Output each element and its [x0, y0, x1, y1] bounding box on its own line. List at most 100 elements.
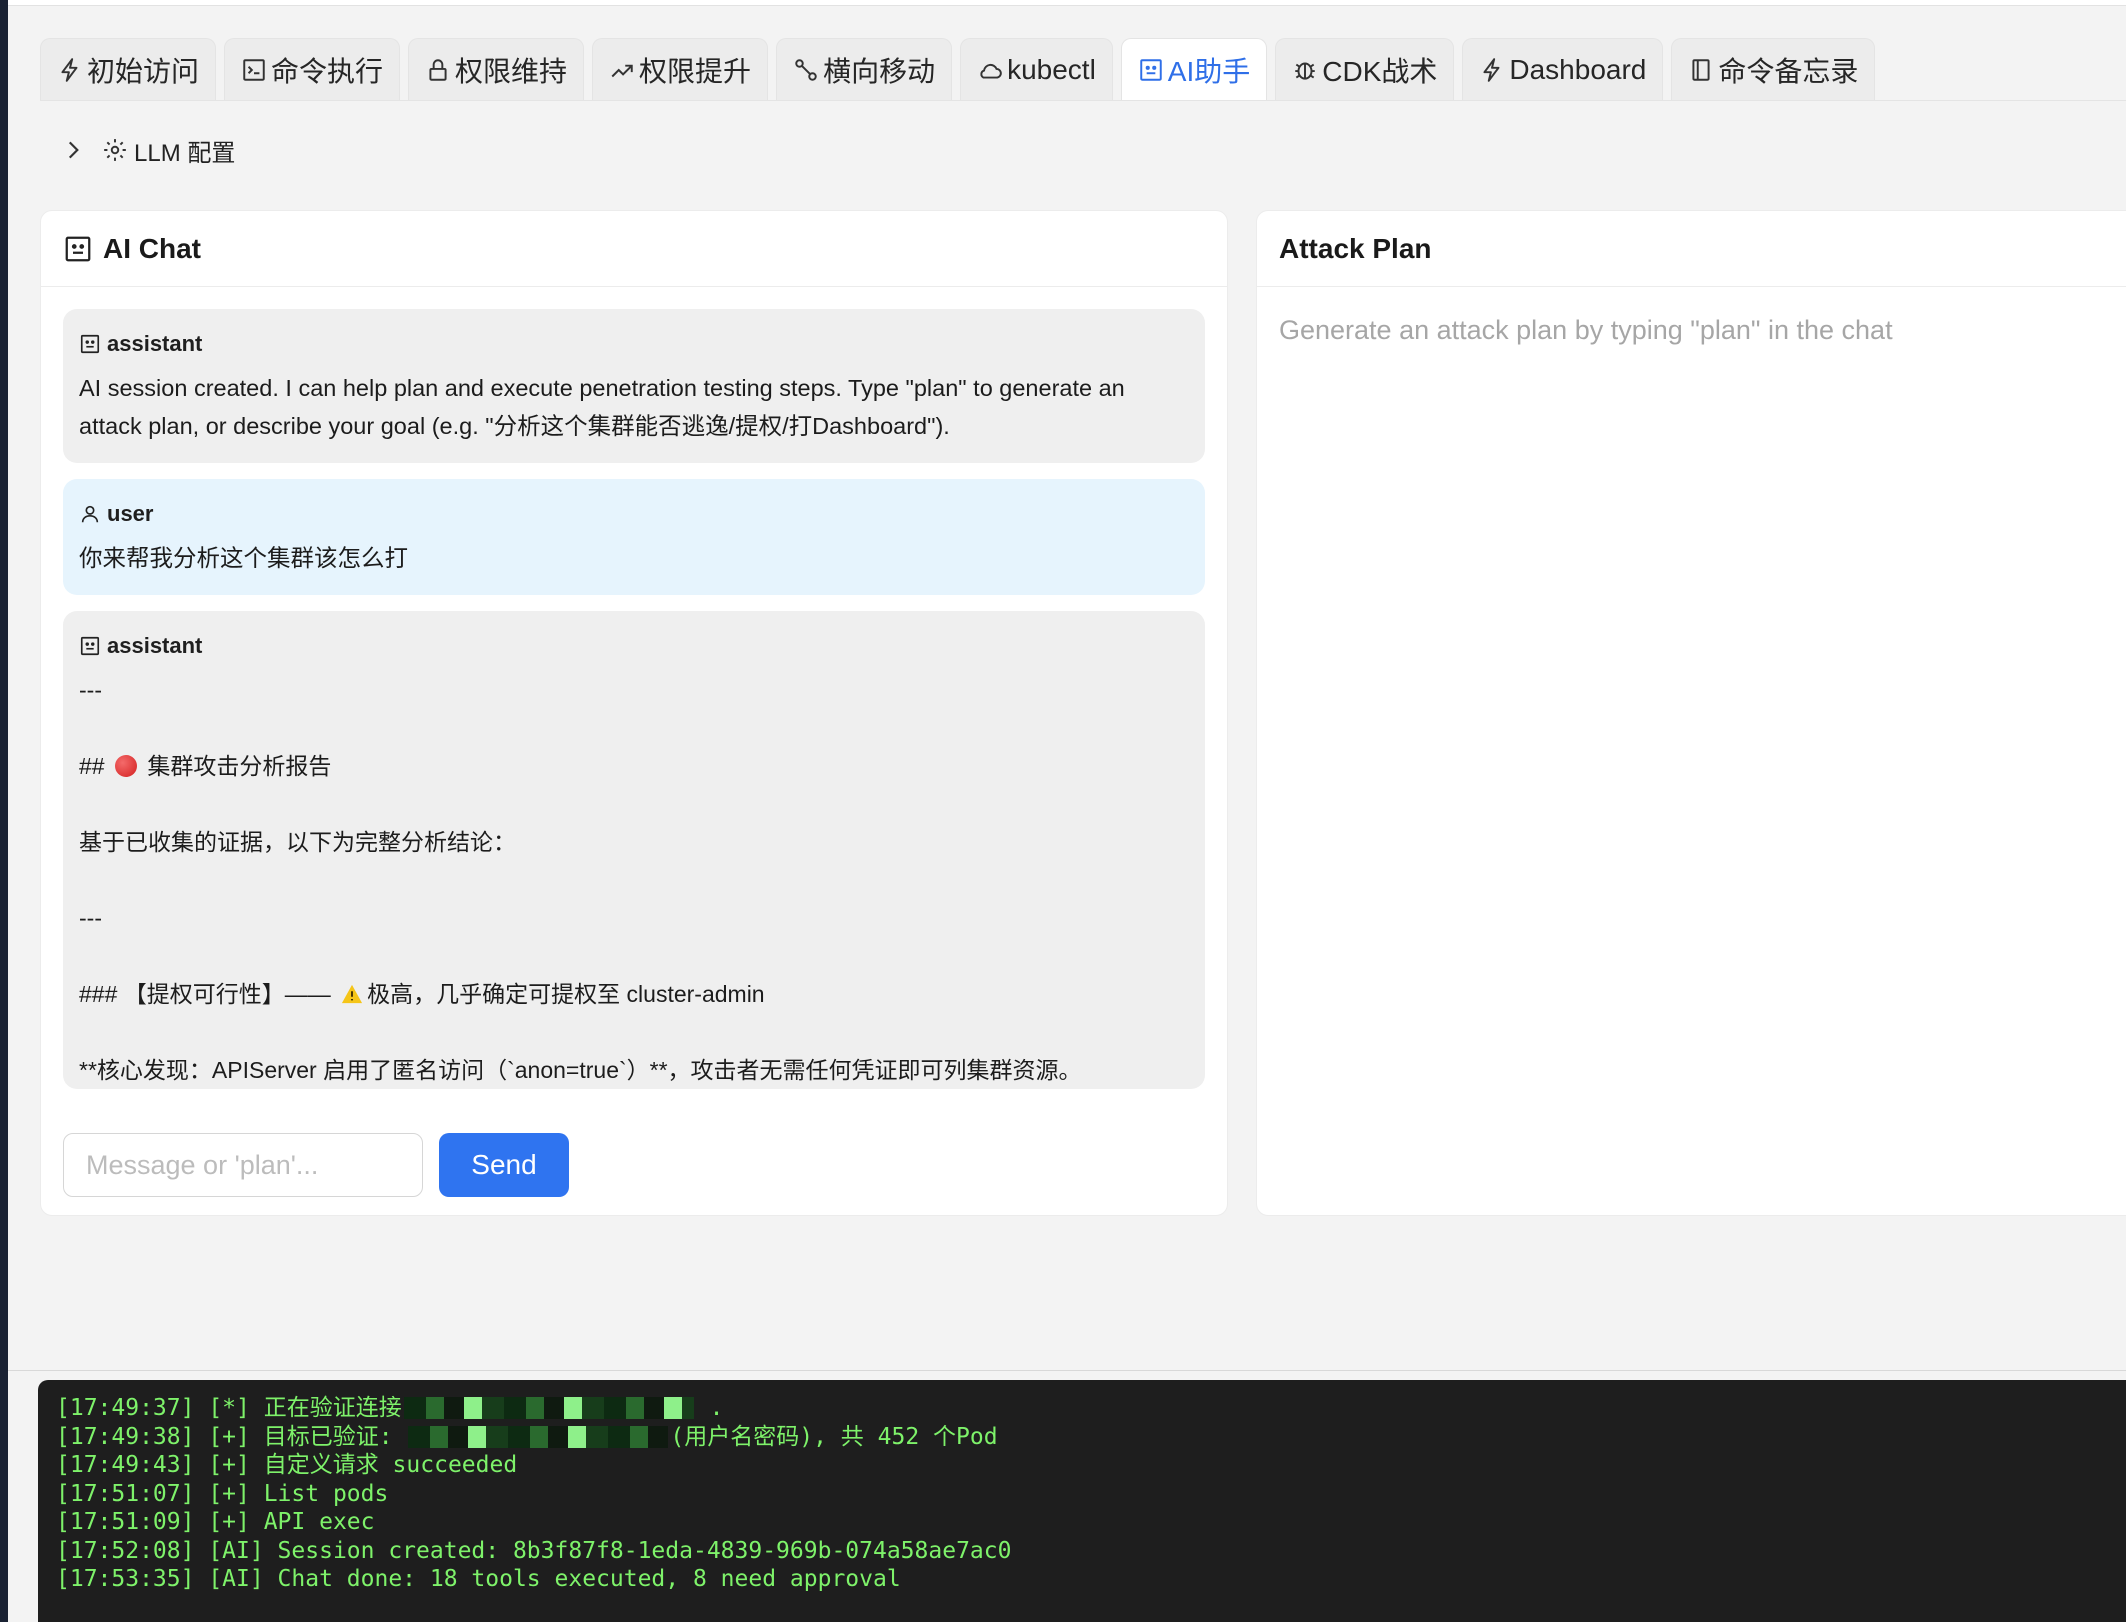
- user-message: user 你来帮我分析这个集群该怎么打: [63, 479, 1205, 595]
- bug-icon: [1295, 62, 1316, 80]
- message-list[interactable]: assistant AI session created. I can help…: [63, 309, 1205, 1109]
- message-text: 你来帮我分析这个集群该怎么打: [79, 545, 408, 571]
- plan-title: Attack Plan: [1279, 232, 1432, 264]
- role-label: assistant: [107, 331, 203, 356]
- tab-ai-assistant[interactable]: AI助手: [1120, 38, 1268, 100]
- message-subheading-line: ### 【提权可行性】—— 极高，几乎确定可提权至 cluster-admin: [79, 975, 1189, 1013]
- log-line: [17:52:08] [AI] Session created: 8b3f87f…: [56, 1537, 2120, 1566]
- role-label: assistant: [107, 633, 203, 658]
- trend-up-icon: [611, 64, 633, 77]
- message-line: [79, 861, 1189, 899]
- cloud-icon: [980, 63, 1002, 79]
- tabs-divider: [40, 100, 2126, 101]
- tab-label: 横向移动: [823, 55, 936, 87]
- log-text: .: [695, 1395, 724, 1421]
- message-line: [79, 1013, 1189, 1051]
- tab-command-memo[interactable]: 命令备忘录: [1671, 38, 1876, 100]
- book-icon: [1692, 58, 1710, 81]
- redacted-block: [408, 1425, 669, 1448]
- role-label: user: [107, 501, 154, 526]
- log-text: [17:49:43] [+] 自定义请求 succeeded: [56, 1452, 518, 1478]
- chat-header: AI Chat: [41, 211, 1227, 287]
- assistant-message: assistant --- ## 集群攻击分析报告 基于已收集的证据，以下为完整…: [63, 611, 1205, 1089]
- subheading-text: 极高，几乎确定可提权至 cluster-admin: [367, 981, 765, 1007]
- llm-config-toggle[interactable]: LLM 配置: [60, 130, 235, 170]
- chevron-right-icon: [68, 141, 79, 159]
- plan-empty-text: Generate an attack plan by typing "plan"…: [1279, 315, 1893, 345]
- message-role: assistant: [79, 633, 1189, 659]
- ai-chat-panel: AI Chat assistant AI session created. I …: [40, 210, 1228, 1216]
- lock-icon: [429, 58, 447, 81]
- assistant-message: assistant AI session created. I can help…: [63, 309, 1205, 463]
- log-text: [17:49:38] [+] 目标已验证:: [56, 1423, 407, 1450]
- message-role: assistant: [79, 331, 1189, 357]
- robot-icon: [80, 636, 100, 656]
- tab-initial-access[interactable]: 初始访问: [40, 38, 217, 100]
- message-line: [79, 785, 1189, 823]
- log-text: [17:49:37] [*] 正在验证连接: [56, 1395, 402, 1421]
- red-circle-icon: [114, 755, 137, 777]
- log-line: [17:51:07] [+] List pods: [56, 1480, 2120, 1509]
- log-console[interactable]: [17:49:37] [*] 正在验证连接 . [17:49:38] [+] 目…: [38, 1380, 2126, 1622]
- log-line: [17:49:43] [+] 自定义请求 succeeded: [56, 1451, 2120, 1480]
- tab-kubectl[interactable]: kubectl: [960, 38, 1113, 100]
- log-text: (用户名密码), 共 452 个Pod: [670, 1423, 998, 1450]
- robot-icon: [80, 334, 100, 354]
- top-edge: [8, 0, 2126, 6]
- send-button[interactable]: Send: [439, 1133, 569, 1197]
- attack-plan-panel: Attack Plan Generate an attack plan by t…: [1256, 210, 2126, 1216]
- log-text: [17:51:07] [+] List pods: [56, 1480, 389, 1507]
- message-line: ---: [79, 677, 102, 703]
- heading-text: 集群攻击分析报告: [147, 753, 332, 779]
- tab-label: Dashboard: [1509, 53, 1647, 85]
- tab-bar: 初始访问 命令执行 权限维持 权限提升 横向移动 kubectl AI助手 CD…: [40, 38, 1876, 100]
- tab-privilege-escalation[interactable]: 权限提升: [592, 38, 769, 100]
- message-line: ---: [79, 905, 102, 931]
- tab-dashboard[interactable]: Dashboard: [1462, 38, 1664, 100]
- message-line: 基于已收集的证据，以下为完整分析结论：: [79, 829, 516, 855]
- tab-label: 权限提升: [639, 55, 752, 87]
- llm-config-label: LLM 配置: [134, 139, 236, 167]
- tab-label: 命令执行: [271, 55, 384, 87]
- terminal-icon: [243, 58, 265, 81]
- chat-composer: Send: [63, 1133, 569, 1197]
- redacted-block: [403, 1397, 694, 1420]
- message-text: AI session created. I can help plan and …: [79, 375, 1132, 439]
- message-line: [79, 937, 1189, 975]
- log-line: [17:49:37] [*] 正在验证连接 .: [56, 1394, 2120, 1423]
- log-line: [17:53:35] [AI] Chat done: 18 tools exec…: [56, 1565, 2120, 1594]
- bolt-icon: [1483, 57, 1500, 82]
- robot-icon: [1140, 58, 1162, 81]
- tab-cdk-tactics[interactable]: CDK战术: [1275, 38, 1455, 100]
- robot-icon: [65, 236, 91, 261]
- warning-icon: [342, 984, 363, 1004]
- heading-marker: ##: [79, 753, 111, 779]
- message-heading-line: ## 集群攻击分析报告: [79, 747, 1189, 785]
- chat-title: AI Chat: [103, 232, 201, 264]
- user-icon: [81, 505, 99, 523]
- log-text: [17:53:35] [AI] Chat done: 18 tools exec…: [56, 1566, 901, 1592]
- log-line: [17:49:38] [+] 目标已验证: (用户名密码), 共 452 个Po…: [56, 1423, 2120, 1452]
- log-text: [17:52:08] [AI] Session created: 8b3f87f…: [56, 1537, 1012, 1564]
- plan-header: Attack Plan: [1257, 211, 2126, 287]
- tab-label: 权限维持: [455, 55, 568, 87]
- message-role: user: [79, 501, 1189, 527]
- log-text: [17:51:09] [+] API exec: [56, 1509, 375, 1535]
- tab-label: kubectl: [1007, 53, 1096, 85]
- tab-label: 命令备忘录: [1718, 55, 1859, 87]
- left-edge-bar: [0, 0, 8, 1622]
- tab-label: 初始访问: [87, 55, 200, 87]
- message-input[interactable]: [63, 1133, 423, 1197]
- message-line: [79, 709, 1189, 747]
- tab-command-exec[interactable]: 命令执行: [224, 38, 401, 100]
- tab-lateral-movement[interactable]: 横向移动: [776, 38, 953, 100]
- nodes-icon: [795, 58, 817, 81]
- subheading-prefix: ### 【提权可行性】——: [79, 981, 338, 1007]
- tab-persistence[interactable]: 权限维持: [408, 38, 585, 100]
- message-line: **核心发现：APIServer 启用了匿名访问（`anon=true`）**，…: [79, 1057, 1082, 1083]
- gear-icon: [104, 139, 126, 161]
- console-divider: [8, 1370, 2126, 1371]
- log-line: [17:51:09] [+] API exec: [56, 1508, 2120, 1537]
- tab-label: CDK战术: [1322, 55, 1438, 87]
- tab-label: AI助手: [1167, 55, 1251, 87]
